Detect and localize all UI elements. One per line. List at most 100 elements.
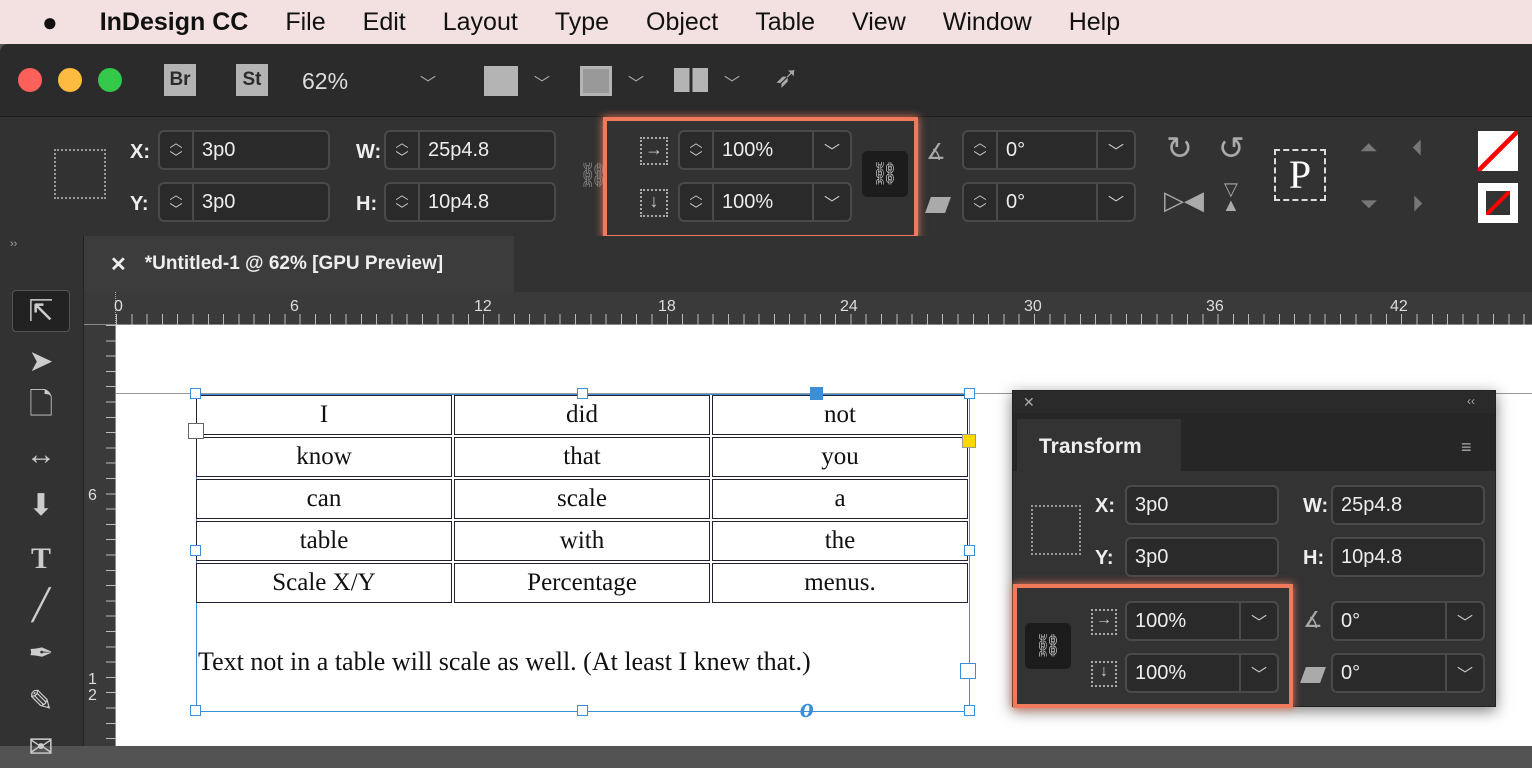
table-cell[interactable]: a	[712, 479, 968, 519]
rotate-field[interactable]: 0° ﹀	[1331, 601, 1485, 641]
menu-help[interactable]: Help	[1069, 8, 1120, 37]
select-container-icon[interactable]: ⏶	[1360, 135, 1378, 161]
scale-x-field[interactable]: ︿ ﹀ 100% ﹀	[678, 130, 852, 170]
view-options-icon[interactable]	[484, 66, 518, 96]
table-cell[interactable]: menus.	[712, 563, 968, 603]
menu-file[interactable]: File	[285, 8, 325, 37]
direct-selection-tool-icon[interactable]: ➤	[12, 340, 70, 382]
constrain-proportions-button[interactable]: ⛓	[1025, 623, 1071, 669]
x-field[interactable]: ︿ ﹀ 3p0	[158, 130, 330, 170]
minimize-window-button[interactable]	[58, 68, 82, 92]
screen-mode-icon[interactable]	[580, 66, 612, 96]
in-port[interactable]	[188, 423, 204, 439]
w-field[interactable]: ︿ ﹀ 25p4.8	[384, 130, 556, 170]
x-field[interactable]: 3p0	[1125, 485, 1279, 525]
table-cell[interactable]: that	[454, 437, 710, 477]
content-collector-icon[interactable]: ⬇	[12, 484, 70, 526]
stroke-swatch[interactable]	[1478, 183, 1518, 223]
selection-handle[interactable]	[810, 387, 823, 400]
zoom-level[interactable]: 62%	[302, 68, 348, 95]
flip-vertical-icon[interactable]: ▽ ▲	[1222, 180, 1240, 214]
table-cell[interactable]: Scale X/Y	[196, 563, 452, 603]
table-cell[interactable]: the	[712, 521, 968, 561]
selection-handle[interactable]	[190, 388, 201, 399]
gap-tool-icon[interactable]: ↔	[12, 434, 70, 476]
panel-header[interactable]	[1013, 391, 1495, 413]
collapse-panel-icon[interactable]: ‹‹	[1467, 394, 1475, 408]
bridge-button[interactable]: Br	[164, 64, 196, 96]
table-cell[interactable]: with	[454, 521, 710, 561]
out-port[interactable]	[960, 663, 976, 679]
chevron-down-icon[interactable]: ﹀	[534, 70, 550, 94]
w-field[interactable]: 25p4.8	[1331, 485, 1485, 525]
menu-object[interactable]: Object	[646, 8, 718, 37]
vertical-ruler[interactable]: 6 1 2	[84, 325, 116, 746]
rotate-counterclockwise-icon[interactable]: ↺	[1218, 129, 1245, 167]
table-cell[interactable]: not	[712, 395, 968, 435]
flip-horizontal-icon[interactable]: ▷◀	[1164, 185, 1204, 216]
pen-tool-icon[interactable]: ✒	[12, 632, 70, 674]
selection-handle[interactable]	[964, 705, 975, 716]
type-tool-icon[interactable]: T	[12, 538, 70, 580]
selection-handle[interactable]	[190, 545, 201, 556]
page-tool-icon[interactable]: 🗋	[12, 386, 70, 428]
close-tab-icon[interactable]: ✕	[110, 252, 127, 277]
menu-window[interactable]: Window	[943, 8, 1032, 37]
menu-table[interactable]: Table	[755, 8, 815, 37]
rotate-clockwise-icon[interactable]: ↻	[1166, 129, 1193, 167]
selection-handle[interactable]	[577, 388, 588, 399]
expand-panel-icon[interactable]: ››	[10, 238, 17, 250]
menu-edit[interactable]: Edit	[363, 8, 406, 37]
zoom-window-button[interactable]	[98, 68, 122, 92]
table-cell[interactable]: Percentage	[454, 563, 710, 603]
menu-layout[interactable]: Layout	[443, 8, 518, 37]
close-panel-icon[interactable]: ✕	[1023, 394, 1035, 411]
pencil-tool-icon[interactable]: ✎	[12, 680, 70, 722]
arrange-documents-icon[interactable]	[674, 68, 708, 92]
body-text[interactable]: Text not in a table will scale as well. …	[198, 647, 811, 677]
menu-view[interactable]: View	[852, 8, 906, 37]
fill-swatch[interactable]	[1478, 131, 1518, 171]
h-field[interactable]: ︿ ﹀ 10p4.8	[384, 182, 556, 222]
selection-tool-icon[interactable]: ⇱	[12, 290, 70, 332]
panel-menu-icon[interactable]: ≡	[1461, 437, 1472, 458]
shear-field[interactable]: 0° ﹀	[1331, 653, 1485, 693]
table-cell[interactable]: know	[196, 437, 452, 477]
reference-point-icon[interactable]	[54, 149, 106, 199]
reference-point-icon[interactable]	[1031, 505, 1081, 555]
tab-transform[interactable]: Transform	[1017, 419, 1181, 473]
scale-y-field[interactable]: 100% ﹀	[1125, 653, 1279, 693]
apple-icon[interactable]: ●	[42, 7, 58, 38]
rectangle-frame-tool-icon[interactable]: ✉	[12, 726, 70, 768]
scale-x-field[interactable]: 100% ﹀	[1125, 601, 1279, 641]
chevron-down-icon[interactable]: ﹀	[628, 70, 644, 94]
menu-type[interactable]: Type	[555, 8, 609, 37]
select-next-icon[interactable]: ⏵	[1412, 191, 1423, 217]
stock-button[interactable]: St	[236, 64, 268, 96]
horizontal-ruler[interactable]: 0 6 12 18 24 30 36 42	[84, 292, 1532, 325]
constrain-proportions-button[interactable]: ⛓	[862, 151, 908, 197]
rotate-field[interactable]: ︿ ﹀ 0° ﹀	[962, 130, 1136, 170]
scale-y-field[interactable]: ︿ ﹀ 100% ﹀	[678, 182, 852, 222]
chevron-down-icon[interactable]: ﹀	[724, 70, 740, 94]
table-cell[interactable]: scale	[454, 479, 710, 519]
table-cell[interactable]: table	[196, 521, 452, 561]
y-field[interactable]: ︿ ﹀ 3p0	[158, 182, 330, 222]
content-grabber-icon[interactable]: o	[800, 693, 814, 725]
table-cell[interactable]: you	[712, 437, 968, 477]
menu-app[interactable]: InDesign CC	[100, 8, 249, 37]
select-content-icon[interactable]: ⏷	[1360, 191, 1378, 217]
ruler-origin[interactable]	[84, 292, 116, 325]
selection-handle[interactable]	[964, 388, 975, 399]
shear-field[interactable]: ︿ ﹀ 0° ﹀	[962, 182, 1136, 222]
table-resize-handle[interactable]	[962, 434, 976, 448]
chevron-down-icon[interactable]: ﹀	[420, 70, 436, 94]
selection-handle[interactable]	[964, 545, 975, 556]
y-field[interactable]: 3p0	[1125, 537, 1279, 577]
selection-handle[interactable]	[577, 705, 588, 716]
select-previous-icon[interactable]: ⏴	[1412, 135, 1423, 161]
document-tab[interactable]: ✕ *Untitled-1 @ 62% [GPU Preview]	[84, 236, 514, 292]
close-window-button[interactable]	[18, 68, 42, 92]
publish-online-icon[interactable]: ➶	[774, 60, 799, 95]
selection-handle[interactable]	[190, 705, 201, 716]
